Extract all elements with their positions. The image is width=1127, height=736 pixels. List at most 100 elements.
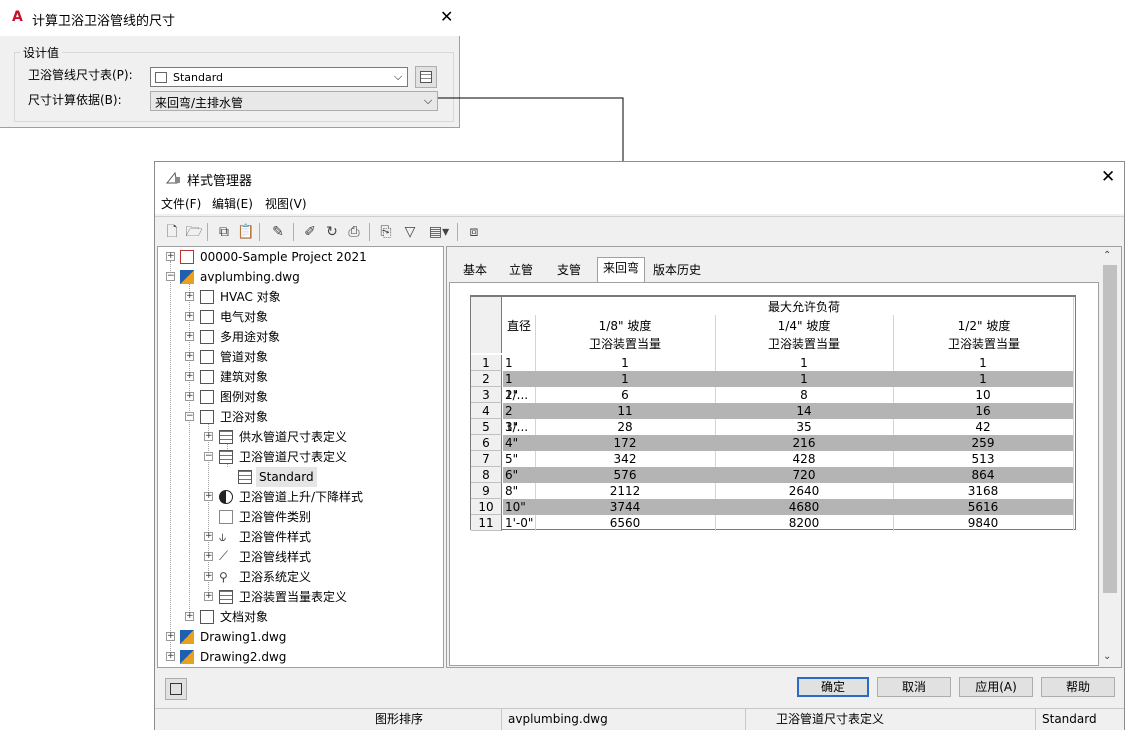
- table-row[interactable]: 21 1/... 1 1 1: [471, 371, 1075, 402]
- row-number[interactable]: 8: [471, 467, 502, 483]
- set-from-icon[interactable]: ⎙: [345, 223, 363, 241]
- row-number[interactable]: 9: [471, 483, 502, 499]
- load-value-cell[interactable]: 16: [893, 403, 1073, 419]
- row-number[interactable]: 4: [471, 403, 502, 419]
- tab-branch[interactable]: 支管: [551, 260, 587, 282]
- purge-icon[interactable]: ↻: [323, 223, 341, 241]
- diameter-cell[interactable]: 1 1/...: [503, 355, 535, 386]
- close-icon[interactable]: ✕: [440, 7, 453, 26]
- paste-icon[interactable]: 📋: [237, 223, 255, 241]
- row-number[interactable]: 6: [471, 435, 502, 451]
- edit-style-icon[interactable]: ✎: [269, 223, 287, 241]
- row-number[interactable]: 3: [471, 387, 502, 403]
- load-value-cell[interactable]: 513: [893, 451, 1073, 467]
- tab-horizontal-offset[interactable]: 来回弯: [597, 257, 645, 283]
- cancel-button[interactable]: 取消: [877, 677, 951, 697]
- load-value-cell[interactable]: 14: [715, 403, 893, 419]
- diameter-cell[interactable]: 8": [503, 483, 535, 499]
- table-row[interactable]: 9 8" 2112 2640 3168: [471, 483, 1075, 499]
- load-value-cell[interactable]: 4680: [715, 499, 893, 515]
- diameter-cell[interactable]: 1 1/...: [503, 371, 535, 402]
- row-number[interactable]: 1: [471, 355, 502, 371]
- scroll-down-icon[interactable]: ⌄: [1103, 651, 1111, 662]
- load-value-cell[interactable]: 35: [715, 419, 893, 435]
- tab-version-history[interactable]: 版本历史: [649, 260, 705, 282]
- load-value-cell[interactable]: 864: [893, 467, 1073, 483]
- row-number[interactable]: 10: [471, 499, 502, 515]
- tab-basic[interactable]: 基本: [457, 260, 493, 282]
- diameter-cell[interactable]: 2 1/...: [503, 403, 535, 434]
- row-number[interactable]: 7: [471, 451, 502, 467]
- diameter-cell[interactable]: 5": [503, 451, 535, 467]
- new-drawing-icon[interactable]: 🗋: [163, 223, 181, 241]
- diameter-cell[interactable]: 3": [503, 419, 535, 435]
- table-row[interactable]: 10 10" 3744 4680 5616: [471, 499, 1075, 515]
- load-value-cell[interactable]: 1: [715, 355, 893, 371]
- load-value-cell[interactable]: 1: [535, 371, 715, 387]
- vertical-scrollbar[interactable]: ⌃ ⌄: [1099, 247, 1121, 667]
- load-value-cell[interactable]: 342: [535, 451, 715, 467]
- menu-edit[interactable]: 编辑(E): [212, 195, 253, 212]
- view-options-icon[interactable]: ▤▾: [425, 223, 453, 241]
- load-value-cell[interactable]: 172: [535, 435, 715, 451]
- table-row[interactable]: 7 5" 342 428 513: [471, 451, 1075, 467]
- diameter-cell[interactable]: 6": [503, 467, 535, 483]
- close-icon[interactable]: ✕: [1101, 167, 1115, 187]
- row-number[interactable]: 5: [471, 419, 502, 435]
- help-toggle-icon[interactable]: ⧈: [465, 223, 483, 241]
- load-value-cell[interactable]: 42: [893, 419, 1073, 435]
- load-value-cell[interactable]: 28: [535, 419, 715, 435]
- load-value-cell[interactable]: 1: [535, 355, 715, 371]
- menu-view[interactable]: 视图(V): [265, 195, 307, 212]
- tab-stack[interactable]: 立管: [503, 260, 539, 282]
- diameter-cell[interactable]: 1'-0": [503, 515, 535, 531]
- load-value-cell[interactable]: 720: [715, 467, 893, 483]
- diameter-cell[interactable]: 4": [503, 435, 535, 451]
- edit-table-button[interactable]: [415, 66, 437, 88]
- load-value-cell[interactable]: 8: [715, 387, 893, 403]
- load-value-cell[interactable]: 9840: [893, 515, 1073, 531]
- load-value-cell[interactable]: 428: [715, 451, 893, 467]
- basis-select[interactable]: 来回弯/主排水管 ⌵: [150, 91, 438, 111]
- filter-icon[interactable]: ▽: [401, 223, 419, 241]
- load-value-cell[interactable]: 216: [715, 435, 893, 451]
- scroll-thumb[interactable]: [1103, 265, 1117, 593]
- load-value-cell[interactable]: 259: [893, 435, 1073, 451]
- row-number[interactable]: 11: [471, 515, 502, 531]
- menu-file[interactable]: 文件(F): [161, 195, 201, 212]
- new-style-icon[interactable]: ✐: [301, 223, 319, 241]
- open-drawing-icon[interactable]: 🗁: [185, 223, 203, 241]
- table-row[interactable]: 11 1/...111: [471, 355, 1075, 386]
- load-value-cell[interactable]: 5616: [893, 499, 1073, 515]
- load-value-cell[interactable]: 1: [893, 371, 1073, 387]
- load-value-cell[interactable]: 11: [535, 403, 715, 419]
- ok-button[interactable]: 确定: [797, 677, 869, 697]
- load-value-cell[interactable]: 1: [893, 355, 1073, 371]
- load-value-cell[interactable]: 8200: [715, 515, 893, 531]
- help-button[interactable]: 帮助: [1041, 677, 1115, 697]
- table-row[interactable]: 3 2" 6 8 10: [471, 387, 1075, 403]
- table-row[interactable]: 6 4" 172 216 259: [471, 435, 1075, 451]
- load-value-cell[interactable]: 3744: [535, 499, 715, 515]
- toggle-view-button[interactable]: [165, 678, 187, 700]
- load-value-cell[interactable]: 10: [893, 387, 1073, 403]
- pipe-size-table-select[interactable]: Standard ⌵: [150, 67, 408, 87]
- row-number[interactable]: 2: [471, 371, 502, 387]
- load-value-cell[interactable]: 2640: [715, 483, 893, 499]
- apply-button[interactable]: 应用(A): [959, 677, 1033, 697]
- table-row[interactable]: 42 1/... 11 14 16: [471, 403, 1075, 434]
- copy-icon[interactable]: ⧉: [215, 223, 233, 241]
- diameter-cell[interactable]: 10": [503, 499, 535, 515]
- load-value-cell[interactable]: 6: [535, 387, 715, 403]
- load-value-cell[interactable]: 6560: [535, 515, 715, 531]
- table-row[interactable]: 11 1'-0" 6560 8200 9840: [471, 515, 1075, 531]
- table-row[interactable]: 5 3" 28 35 42: [471, 419, 1075, 435]
- load-value-cell[interactable]: 3168: [893, 483, 1073, 499]
- load-value-cell[interactable]: 576: [535, 467, 715, 483]
- scroll-up-icon[interactable]: ⌃: [1103, 250, 1111, 261]
- synchronize-icon[interactable]: ⎘: [377, 223, 395, 241]
- load-value-cell[interactable]: 1: [715, 371, 893, 387]
- diameter-cell[interactable]: 2": [503, 387, 535, 403]
- load-value-cell[interactable]: 2112: [535, 483, 715, 499]
- table-row[interactable]: 8 6" 576 720 864: [471, 467, 1075, 483]
